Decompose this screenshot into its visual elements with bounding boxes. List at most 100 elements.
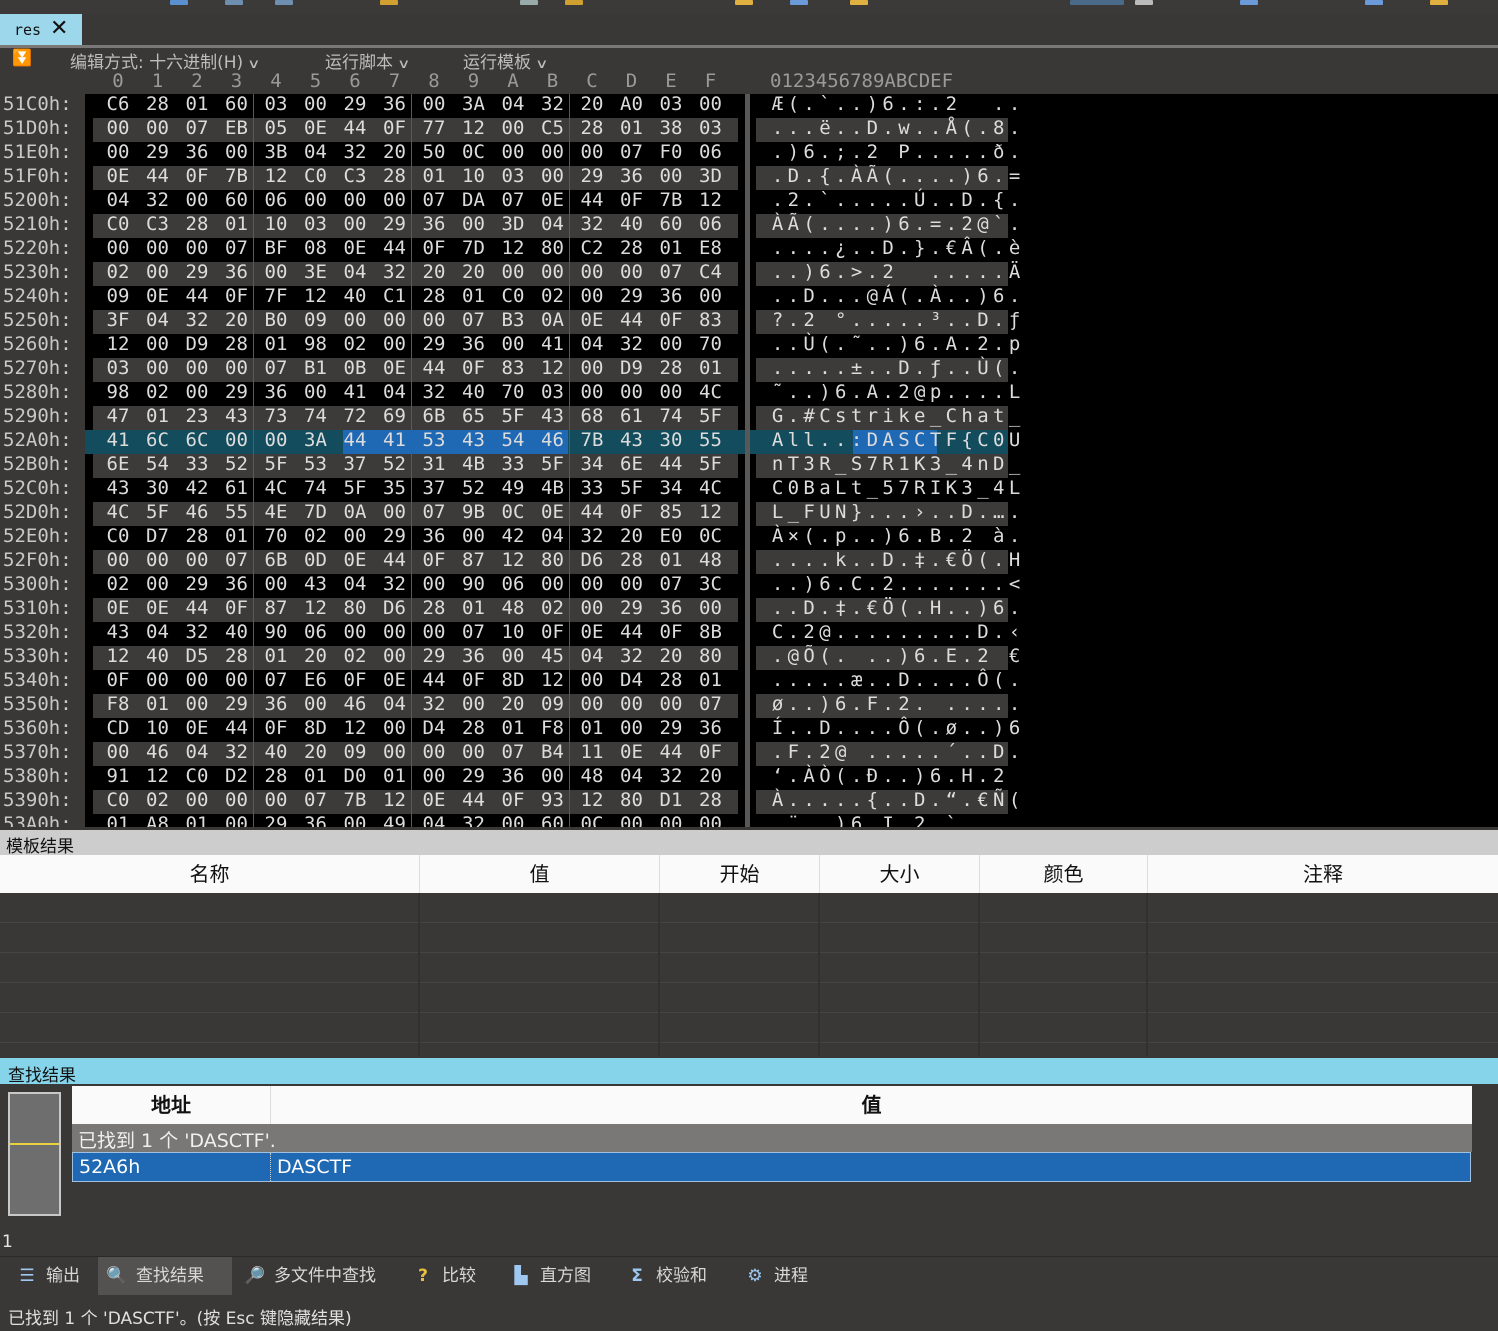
hex-byte[interactable]: 0E bbox=[375, 357, 415, 379]
ascii-char[interactable]: < bbox=[1006, 573, 1023, 595]
close-icon[interactable]: ✕ bbox=[50, 18, 68, 40]
result-value[interactable]: DASCTF bbox=[277, 1153, 352, 1181]
hex-byte[interactable]: 00 bbox=[98, 741, 138, 763]
hex-byte[interactable]: 00 bbox=[177, 237, 217, 259]
hex-byte[interactable]: 29 bbox=[612, 597, 652, 619]
hex-byte[interactable]: 00 bbox=[691, 93, 731, 115]
ascii-char[interactable]: . bbox=[927, 333, 944, 355]
hex-byte[interactable]: 01 bbox=[454, 285, 494, 307]
hex-byte[interactable]: E8 bbox=[691, 237, 731, 259]
ascii-char[interactable]: . bbox=[895, 309, 912, 331]
ascii-char[interactable]: . bbox=[848, 717, 865, 739]
ascii-char[interactable]: . bbox=[785, 357, 802, 379]
hex-byte[interactable]: 07 bbox=[296, 789, 336, 811]
hex-byte[interactable]: 83 bbox=[691, 309, 731, 331]
hex-byte[interactable]: 00 bbox=[335, 621, 375, 643]
ascii-char[interactable]: ( bbox=[895, 285, 912, 307]
hex-byte[interactable]: 7B bbox=[335, 789, 375, 811]
hex-byte[interactable]: 04 bbox=[375, 381, 415, 403]
ascii-char[interactable]: @ bbox=[785, 645, 802, 667]
ascii-char[interactable]: . bbox=[864, 333, 881, 355]
hex-byte[interactable]: 5F bbox=[335, 477, 375, 499]
hex-byte[interactable]: B4 bbox=[533, 741, 573, 763]
hex-byte[interactable]: 07 bbox=[691, 693, 731, 715]
hex-byte[interactable]: 4C bbox=[98, 501, 138, 523]
ascii-char[interactable]: 6 bbox=[927, 765, 944, 787]
hex-byte[interactable]: 5F bbox=[138, 501, 178, 523]
tab-multi-file-find[interactable]: 🔎 多文件中查找 bbox=[236, 1257, 384, 1295]
file-tab[interactable]: res ✕ bbox=[0, 14, 82, 46]
ascii-char[interactable]: . bbox=[943, 525, 960, 547]
ascii-char[interactable]: e bbox=[911, 405, 928, 427]
hex-byte[interactable]: 01 bbox=[651, 237, 691, 259]
hex-byte[interactable]: 03 bbox=[691, 117, 731, 139]
hex-byte[interactable]: 54 bbox=[493, 429, 533, 451]
hex-byte[interactable]: F8 bbox=[98, 693, 138, 715]
hex-byte[interactable]: 36 bbox=[256, 693, 296, 715]
ascii-char[interactable]: . bbox=[816, 813, 833, 827]
hex-byte[interactable]: 04 bbox=[572, 333, 612, 355]
ascii-char[interactable]: . bbox=[816, 213, 833, 235]
hex-byte[interactable]: 00 bbox=[375, 645, 415, 667]
ascii-char[interactable]: . bbox=[832, 717, 849, 739]
hex-byte[interactable]: 4B bbox=[454, 453, 494, 475]
ascii-char[interactable]: 7 bbox=[895, 477, 912, 499]
ascii-char[interactable]: a bbox=[974, 405, 991, 427]
hex-byte[interactable]: 00 bbox=[414, 573, 454, 595]
ascii-char[interactable]: Â bbox=[959, 237, 976, 259]
ascii-char[interactable]: @ bbox=[911, 381, 928, 403]
hex-byte[interactable]: 3C bbox=[691, 573, 731, 595]
ascii-char[interactable]: . bbox=[785, 693, 802, 715]
hex-byte[interactable]: D0 bbox=[335, 765, 375, 787]
ascii-char[interactable]: . bbox=[848, 765, 865, 787]
ascii-char[interactable]: p bbox=[1006, 333, 1023, 355]
hex-byte[interactable]: 12 bbox=[335, 717, 375, 739]
hex-byte[interactable]: 32 bbox=[177, 621, 217, 643]
copy-icon[interactable] bbox=[520, 0, 538, 5]
ascii-char[interactable]: . bbox=[974, 765, 991, 787]
hex-byte[interactable]: 10 bbox=[454, 165, 494, 187]
hex-byte[interactable]: 48 bbox=[572, 765, 612, 787]
hex-byte[interactable]: 4C bbox=[691, 381, 731, 403]
hex-byte[interactable]: 70 bbox=[691, 333, 731, 355]
ascii-char[interactable]: Ö bbox=[959, 549, 976, 571]
hex-byte[interactable]: 00 bbox=[612, 381, 652, 403]
ascii-char[interactable]: A bbox=[864, 381, 881, 403]
hex-byte[interactable]: 52 bbox=[217, 453, 257, 475]
hex-byte[interactable]: 0E bbox=[335, 237, 375, 259]
ascii-char[interactable]: . bbox=[1006, 693, 1023, 715]
ascii-char[interactable]: . bbox=[959, 261, 976, 283]
hex-byte[interactable]: 0A bbox=[533, 309, 573, 331]
ascii-char[interactable]: . bbox=[785, 261, 802, 283]
hex-byte[interactable]: 00 bbox=[533, 165, 573, 187]
ascii-char[interactable]: Å bbox=[943, 117, 960, 139]
ascii-char[interactable]: . bbox=[927, 141, 944, 163]
hex-byte[interactable]: 06 bbox=[691, 141, 731, 163]
column-header-value[interactable]: 值 bbox=[420, 855, 660, 893]
ascii-char[interactable]: . bbox=[880, 789, 897, 811]
hex-byte[interactable]: 09 bbox=[335, 741, 375, 763]
ascii-char[interactable]: . bbox=[943, 309, 960, 331]
ascii-char[interactable]: Í bbox=[769, 717, 786, 739]
hex-byte[interactable]: 36 bbox=[296, 813, 336, 827]
hex-byte[interactable]: 0F bbox=[533, 621, 573, 643]
ascii-char[interactable]: C bbox=[769, 621, 786, 643]
ascii-char[interactable]: . bbox=[769, 573, 786, 595]
hex-byte[interactable]: 07 bbox=[177, 117, 217, 139]
ascii-char[interactable]: . bbox=[816, 669, 833, 691]
hex-byte[interactable]: 00 bbox=[493, 141, 533, 163]
hex-byte[interactable]: 44 bbox=[177, 285, 217, 307]
hex-byte[interactable]: 07 bbox=[493, 741, 533, 763]
ascii-char[interactable]: R bbox=[816, 453, 833, 475]
hex-byte[interactable]: 83 bbox=[493, 357, 533, 379]
ascii-char[interactable]: ) bbox=[895, 645, 912, 667]
ascii-char[interactable]: . bbox=[785, 717, 802, 739]
ascii-char[interactable]: E bbox=[943, 645, 960, 667]
hex-byte[interactable]: 32 bbox=[612, 645, 652, 667]
ascii-char[interactable]: . bbox=[990, 309, 1007, 331]
hex-byte[interactable]: 74 bbox=[296, 405, 336, 427]
ascii-char[interactable]: . bbox=[990, 237, 1007, 259]
ascii-char[interactable]: . bbox=[769, 645, 786, 667]
hex-byte[interactable]: 30 bbox=[138, 477, 178, 499]
ascii-char[interactable]: . bbox=[895, 189, 912, 211]
